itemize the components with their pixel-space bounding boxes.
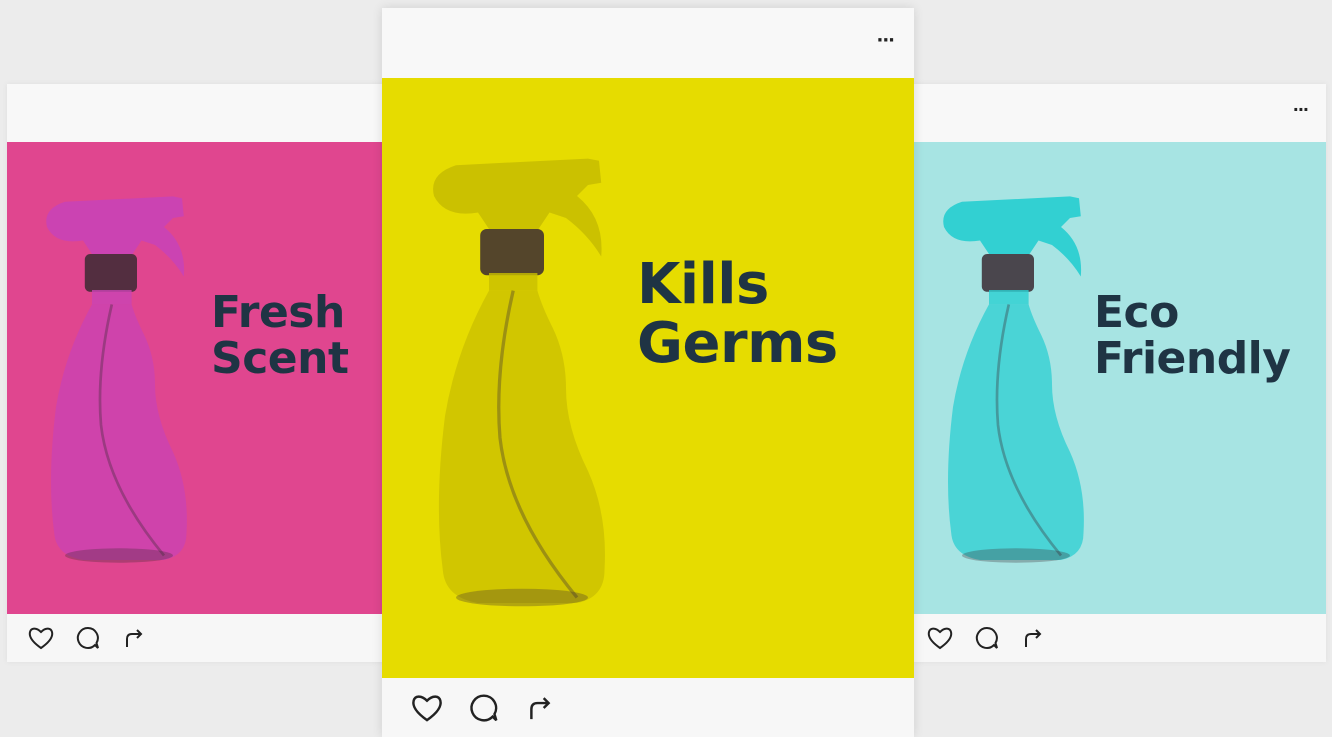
post-caption: Eco Friendly: [1094, 287, 1291, 385]
comment-icon[interactable]: [75, 625, 101, 651]
caption-line-1: Fresh: [211, 287, 345, 338]
post-actions: [382, 678, 914, 737]
post-header: ···: [382, 8, 914, 78]
heart-icon[interactable]: [926, 625, 954, 651]
post-card-eco-friendly: ··· Eco Friendly: [912, 84, 1326, 662]
post-actions: [912, 614, 1326, 662]
spray-bottle-image: [29, 170, 209, 590]
caption-line-2: Scent: [211, 333, 349, 385]
heart-icon[interactable]: [410, 692, 444, 724]
post-image: Fresh Scent: [7, 142, 387, 614]
post-image: Eco Friendly: [912, 142, 1326, 614]
post-card-fresh-scent: Fresh Scent: [7, 84, 387, 662]
post-image: Kills Germs: [382, 78, 914, 678]
caption-line-1: Eco: [1094, 287, 1179, 338]
post-header: ···: [912, 84, 1326, 142]
post-card-kills-germs: ··· Kills Germs: [382, 8, 914, 737]
spray-bottle-image: [412, 118, 632, 648]
post-caption: Fresh Scent: [211, 287, 349, 385]
heart-icon[interactable]: [27, 625, 55, 651]
share-icon[interactable]: [1020, 625, 1046, 651]
caption-line-1: Kills: [637, 252, 769, 317]
comment-icon[interactable]: [974, 625, 1000, 651]
caption-line-2: Friendly: [1094, 333, 1291, 385]
more-options-icon[interactable]: ···: [1293, 100, 1309, 119]
comment-icon[interactable]: [468, 692, 500, 724]
caption-line-2: Germs: [637, 310, 838, 376]
share-icon[interactable]: [524, 692, 556, 724]
spray-bottle-image: [926, 170, 1106, 590]
share-icon[interactable]: [121, 625, 147, 651]
more-options-icon[interactable]: ···: [876, 30, 894, 51]
post-header: [7, 84, 387, 142]
post-actions: [7, 614, 387, 662]
post-caption: Kills Germs: [637, 252, 838, 376]
